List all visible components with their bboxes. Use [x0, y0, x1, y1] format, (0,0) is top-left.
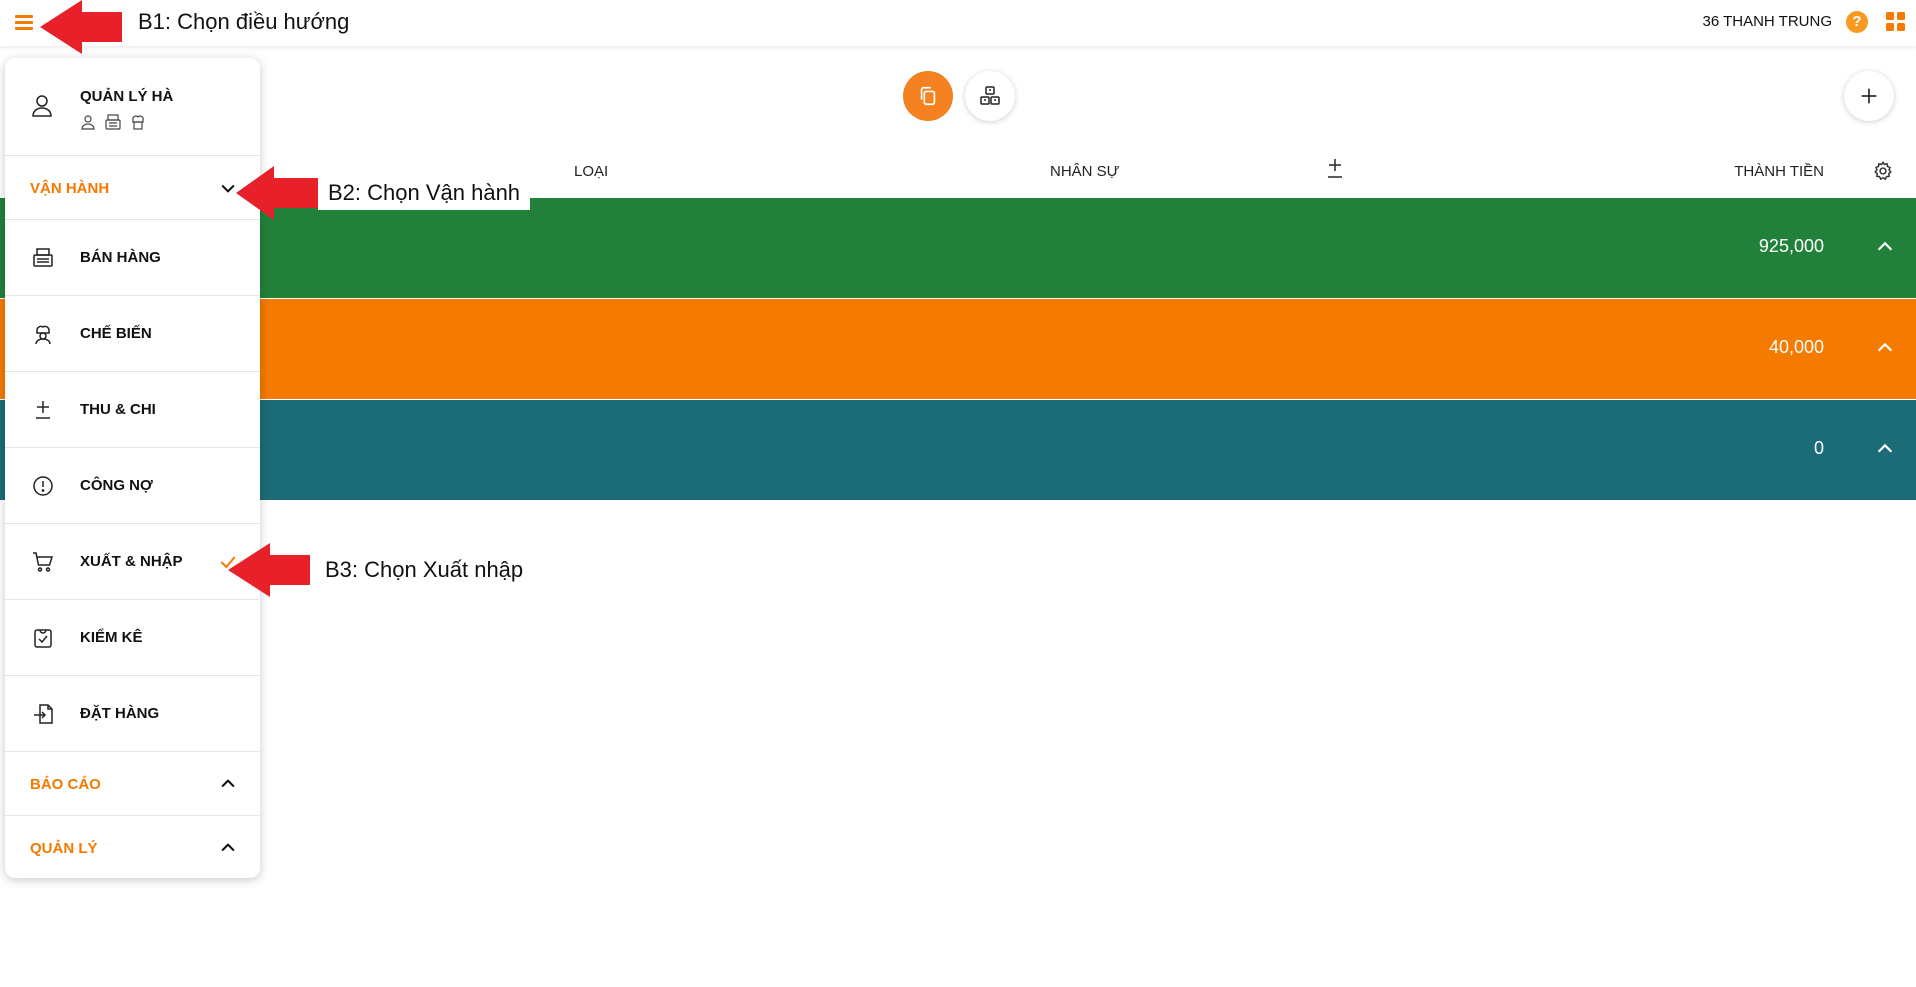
- top-bar: B1: Chọn điều hướng 36 THANH TRUNG ?: [0, 0, 1916, 46]
- section-reports-label: BÁO CÁO: [30, 776, 101, 793]
- sidebar-item-sales[interactable]: BÁN HÀNG: [5, 220, 260, 296]
- boxes-icon: [980, 86, 1000, 105]
- copy-icon: [920, 86, 936, 106]
- plus-minus-icon: [31, 398, 55, 422]
- chevron-down-icon[interactable]: [218, 178, 238, 203]
- section-reports[interactable]: BÁO CÁO: [5, 752, 260, 816]
- order-import-icon: [31, 702, 55, 726]
- toolbar: [0, 46, 1916, 146]
- table-row[interactable]: 0: [0, 400, 1916, 500]
- sidebar-item-label: CÔNG NỢ: [80, 477, 153, 494]
- row-total-value: 40,000: [1768, 337, 1824, 357]
- staff-icon: [81, 115, 95, 130]
- section-operations[interactable]: VẬN HÀNH: [5, 156, 260, 220]
- sidebar-item-label: KIỂM KÊ: [80, 629, 143, 646]
- section-operations-label: VẬN HÀNH: [30, 180, 110, 197]
- cart-icon: [31, 550, 55, 574]
- sidebar-item-debt[interactable]: CÔNG NỢ: [5, 448, 260, 524]
- annotation-step3: B3: Chọn Xuất nhập: [315, 553, 534, 587]
- chef-icon: [132, 115, 144, 130]
- add-button[interactable]: [1844, 71, 1894, 121]
- apps-grid-icon[interactable]: [1886, 12, 1906, 32]
- hamburger-menu-icon[interactable]: [12, 10, 36, 34]
- exclamation-circle-icon: [31, 474, 55, 498]
- user-icon: [31, 94, 53, 123]
- cash-register-icon: [31, 246, 55, 270]
- row-total-value: 0: [1813, 438, 1824, 458]
- settings-gear-icon[interactable]: [1872, 160, 1894, 187]
- section-management[interactable]: QUẢN LÝ: [5, 816, 260, 878]
- user-name: QUẢN LÝ HÀ: [80, 88, 174, 105]
- user-profile[interactable]: QUẢN LÝ HÀ: [5, 58, 260, 156]
- inventory-check-icon: [31, 626, 55, 650]
- sidebar-item-stocktake[interactable]: KIỂM KÊ: [5, 600, 260, 676]
- sidebar-item-label: CHẾ BIẾN: [80, 325, 152, 342]
- sidebar-item-income-expense[interactable]: THU & CHI: [5, 372, 260, 448]
- annotation-arrow-step3: [228, 543, 310, 597]
- chef-icon: [31, 322, 55, 346]
- annotation-step2: B2: Chọn Vận hành: [318, 176, 531, 210]
- boxes-button[interactable]: [965, 71, 1015, 121]
- sidebar-item-label: BÁN HÀNG: [80, 249, 161, 266]
- chevron-up-icon[interactable]: [1874, 438, 1896, 465]
- copy-button[interactable]: [903, 71, 953, 121]
- sidebar-item-import-export[interactable]: XUẤT & NHẬP: [5, 524, 260, 600]
- chevron-up-icon[interactable]: [218, 838, 238, 863]
- column-header-total[interactable]: THÀNH TIỀN: [1734, 163, 1824, 180]
- annotation-arrow-step2: [236, 166, 318, 220]
- user-role-icons: [80, 114, 146, 130]
- row-total-value: 925,000: [1758, 236, 1824, 256]
- column-header-type[interactable]: LOẠI: [574, 163, 608, 180]
- plus-icon: [1861, 88, 1877, 104]
- store-name[interactable]: 36 THANH TRUNG: [1703, 13, 1832, 30]
- plus-minus-icon[interactable]: [1326, 156, 1344, 184]
- sidebar-item-order[interactable]: ĐẶT HÀNG: [5, 676, 260, 752]
- help-icon[interactable]: ?: [1846, 11, 1868, 33]
- cash-register-icon: [105, 114, 121, 130]
- chevron-up-icon[interactable]: [1874, 236, 1896, 263]
- annotation-arrow-step1: [40, 0, 122, 54]
- navigation-sidebar: QUẢN LÝ HÀ VẬN HÀNH BÁN HÀNG CHẾ BIẾN TH…: [5, 58, 260, 878]
- column-header-staff[interactable]: NHÂN SỰ: [1050, 163, 1120, 180]
- chevron-up-icon[interactable]: [1874, 337, 1896, 364]
- table-row[interactable]: 40,000: [0, 299, 1916, 399]
- page-title: B1: Chọn điều hướng: [138, 9, 350, 34]
- sidebar-item-label: THU & CHI: [80, 401, 156, 418]
- sidebar-item-label: XUẤT & NHẬP: [80, 553, 183, 570]
- chevron-up-icon[interactable]: [218, 774, 238, 799]
- sidebar-item-label: ĐẶT HÀNG: [80, 705, 160, 722]
- sidebar-item-processing[interactable]: CHẾ BIẾN: [5, 296, 260, 372]
- section-management-label: QUẢN LÝ: [30, 840, 98, 857]
